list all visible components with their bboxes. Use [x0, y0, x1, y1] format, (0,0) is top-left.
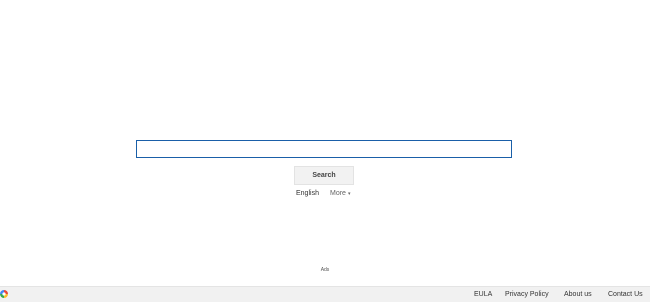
colorful-circle-logo-icon — [0, 290, 8, 298]
language-current: English — [296, 190, 319, 197]
footer-link-contact-us[interactable]: Contact Us — [608, 290, 643, 299]
language-row: English More ▾ — [0, 189, 650, 199]
ads-label: Ads — [320, 267, 330, 273]
search-input[interactable] — [136, 140, 512, 158]
search-page: Search English More ▾ Ads EULA Privacy Po… — [0, 0, 650, 302]
more-label: More — [330, 190, 346, 197]
footer-link-about-us[interactable]: About us — [564, 290, 592, 299]
language-more-dropdown[interactable]: More ▾ — [330, 189, 350, 199]
caret-down-icon: ▾ — [347, 191, 351, 197]
footer-link-privacy-policy[interactable]: Privacy Policy — [505, 290, 549, 299]
search-button[interactable]: Search — [294, 166, 354, 185]
footer-bar: EULA Privacy Policy About us Contact Us — [0, 286, 650, 302]
footer-link-eula[interactable]: EULA — [474, 290, 492, 299]
